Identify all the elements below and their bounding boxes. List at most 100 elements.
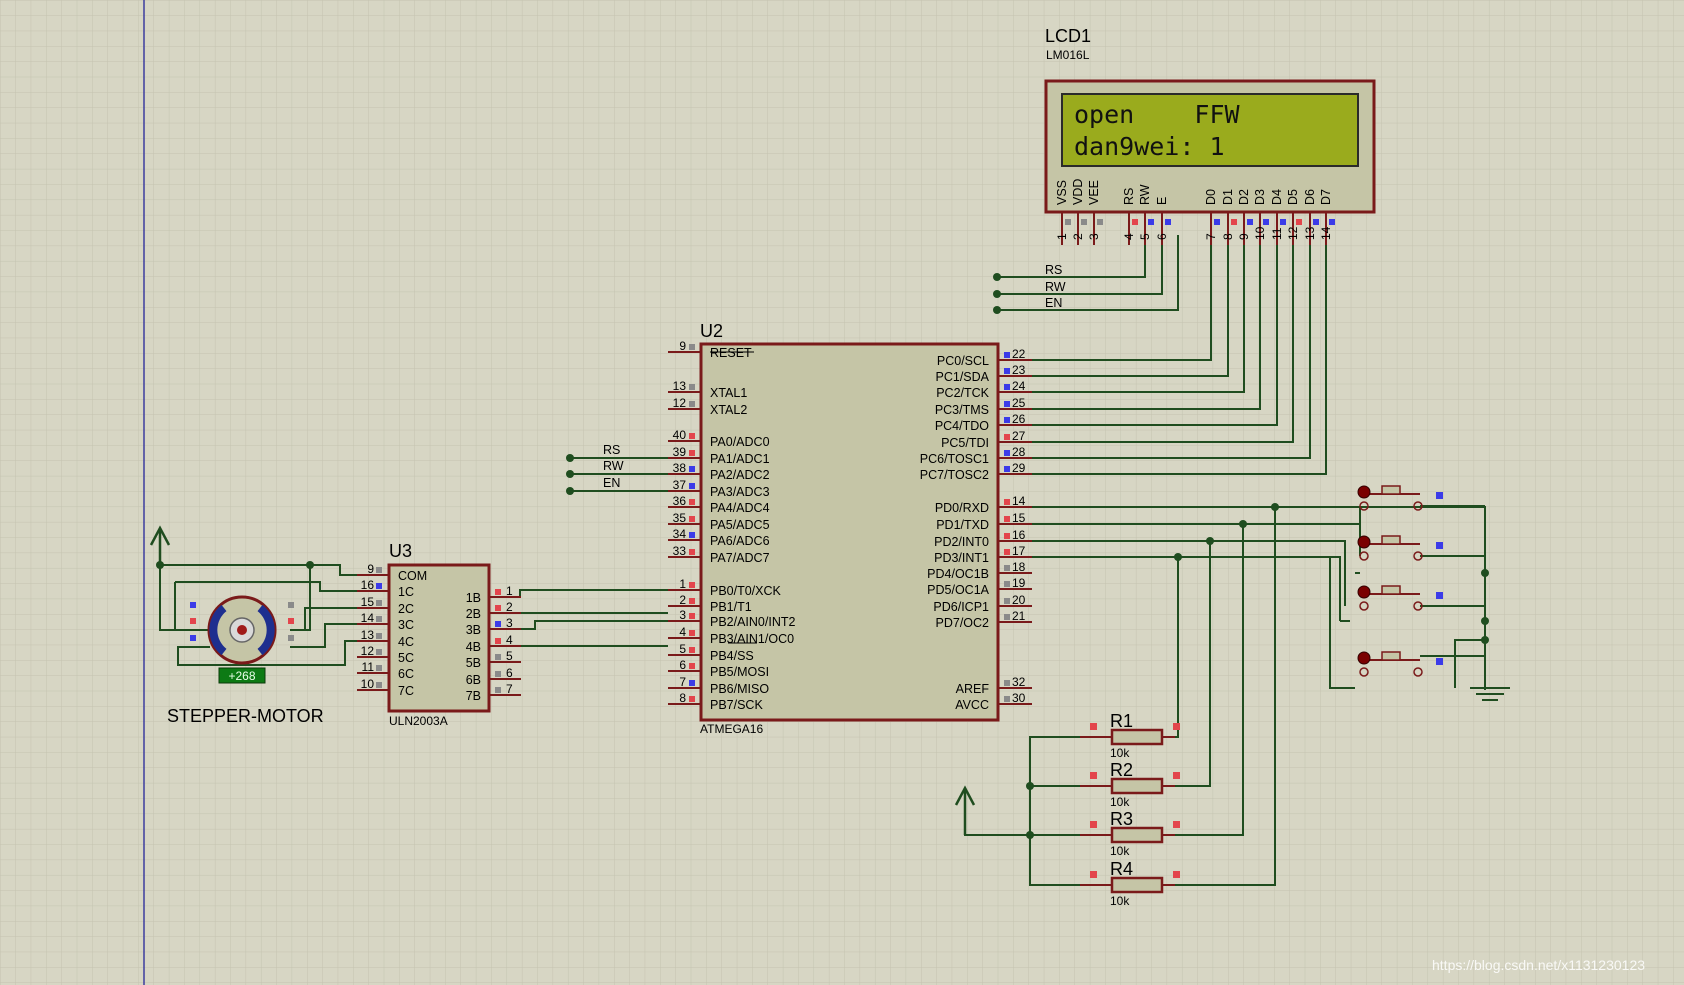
- mcu-pin-marker: [1004, 680, 1010, 686]
- mcu-atmega16[interactable]: U2 ATMEGA16 9 RESET13 XTAL112 XTAL240 PA0/AD…: [668, 321, 1032, 736]
- mcu-pin-number: 16: [1012, 528, 1026, 542]
- lcd-pin-marker: [1065, 219, 1071, 225]
- mcu-ref-label: U2: [700, 321, 723, 341]
- driver-pin-marker: [495, 621, 501, 627]
- motor-shaft: [237, 625, 247, 635]
- lcd-pin-number: 12: [1286, 226, 1300, 240]
- mcu-pin-name: PC6/TOSC1: [920, 452, 989, 466]
- driver-pin-name: 5C: [398, 651, 414, 665]
- mcu-pin-name: PD1/TXD: [936, 518, 989, 532]
- mcu-pin-number: 3: [679, 608, 686, 622]
- mcu-pin-marker: [689, 680, 695, 686]
- driver-pin-name: 4C: [398, 635, 414, 649]
- net-label-rs-mcu: RS: [603, 443, 620, 457]
- mcu-pin-marker: [1004, 598, 1010, 604]
- driver-pin-number: 2: [506, 600, 513, 614]
- mcu-pin-marker: [689, 516, 695, 522]
- lcd-pin-marker: [1296, 219, 1302, 225]
- mcu-pin-number: 19: [1012, 576, 1026, 590]
- driver-pin-number: 5: [506, 649, 513, 663]
- mcu-pin-name: PB7/SCK: [710, 698, 763, 712]
- driver-pin-number: 9: [367, 562, 374, 576]
- mcu-pin-name: PC0/SCL: [937, 354, 989, 368]
- mcu-pin-marker: [1004, 450, 1010, 456]
- mcu-pin-marker: [1004, 434, 1010, 440]
- button-pin-marker: [1436, 492, 1443, 499]
- lcd-pin-name-rw: RW: [1138, 184, 1152, 205]
- lcd-pin-name-d2: D2: [1237, 189, 1251, 205]
- lcd-pin-name-d7: D7: [1319, 189, 1333, 205]
- mcu-pin-name: PC3/TMS: [935, 403, 989, 417]
- mcu-pin-number: 1: [679, 577, 686, 591]
- mcu-pin-marker: [1004, 516, 1010, 522]
- mcu-pin-marker: [689, 582, 695, 588]
- mcu-pin-name: AREF: [956, 682, 990, 696]
- driver-pin-number: 10: [361, 677, 375, 691]
- driver-pin-number: 14: [361, 611, 375, 625]
- driver-pin-marker: [495, 654, 501, 660]
- resistor-pin-marker: [1173, 723, 1180, 730]
- lcd-pin-number: 6: [1155, 233, 1169, 240]
- button-indicator-icon: [1357, 485, 1371, 499]
- driver-pin-marker: [376, 567, 382, 573]
- driver-pin-name: 3B: [466, 623, 481, 637]
- mcu-pin-name: PD0/RXD: [935, 501, 989, 515]
- mcu-pin-marker: [689, 499, 695, 505]
- driver-pin-marker: [495, 589, 501, 595]
- driver-pin-name: 1C: [398, 585, 414, 599]
- driver-pin-number: 7: [506, 682, 513, 696]
- driver-pin-marker: [376, 633, 382, 639]
- mcu-pin-name: PB5/MOSI: [710, 665, 769, 679]
- mcu-pin-number: 9: [679, 339, 686, 353]
- lcd-pin-marker: [1231, 219, 1237, 225]
- lcd-pin-number: 3: [1087, 233, 1101, 240]
- lcd-pin-name-e: E: [1155, 197, 1169, 205]
- mcu-pin-number: 24: [1012, 379, 1026, 393]
- mcu-pin-number: 21: [1012, 609, 1026, 623]
- mcu-pin-number: 40: [673, 428, 687, 442]
- mcu-pin-marker: [689, 466, 695, 472]
- mcu-pin-marker: [689, 483, 695, 489]
- mcu-pin-name: PA2/ADC2: [710, 468, 770, 482]
- net-label-en-mcu: EN: [603, 476, 620, 490]
- mcu-pin-number: 17: [1012, 544, 1026, 558]
- driver-pin-number: 3: [506, 616, 513, 630]
- mcu-pin-name: PC2/TCK: [936, 386, 989, 400]
- mcu-pin-number: 4: [679, 625, 686, 639]
- driver-pin-marker: [376, 665, 382, 671]
- driver-pin-number: 15: [361, 595, 375, 609]
- button-pin-marker: [1436, 542, 1443, 549]
- mcu-pin-number: 2: [679, 593, 686, 607]
- mcu-pin-number: 28: [1012, 445, 1026, 459]
- driver-pin-name: 5B: [466, 656, 481, 670]
- mcu-pin-number: 23: [1012, 363, 1026, 377]
- mcu-pin-number: 22: [1012, 347, 1026, 361]
- lcd-pin-name-vee: VEE: [1087, 180, 1101, 205]
- mcu-pin-number: 7: [679, 675, 686, 689]
- mcu-pin-name: PC4/TDO: [935, 419, 989, 433]
- lcd-pin-number: 11: [1270, 227, 1284, 240]
- mcu-pin-name: PC7/TOSC2: [920, 468, 989, 482]
- mcu-pin-name: PD6/ICP1: [933, 600, 989, 614]
- mcu-pin-marker: [689, 549, 695, 555]
- watermark: https://blog.csdn.net/x1131230123: [1432, 957, 1645, 973]
- lcd-pin-number: 5: [1138, 233, 1152, 240]
- resistor-value-label: 10k: [1110, 894, 1130, 908]
- mcu-pin-name: XTAL1: [710, 386, 747, 400]
- mcu-pin-marker: [689, 433, 695, 439]
- mcu-pin-number: 34: [673, 527, 687, 541]
- lcd-pin-number: 2: [1071, 233, 1085, 240]
- button-pin-marker: [1436, 658, 1443, 665]
- lcd-pin-marker: [1097, 219, 1103, 225]
- mcu-pin-number: 13: [673, 379, 687, 393]
- mcu-pin-name: PA0/ADC0: [710, 435, 770, 449]
- lcd-pin-marker: [1329, 219, 1335, 225]
- driver-pin-number: 4: [506, 633, 513, 647]
- mcu-pin-marker: [689, 384, 695, 390]
- mcu-pin-marker: [1004, 533, 1010, 539]
- mcu-body: [699, 342, 1000, 722]
- lcd-pin-name-d5: D5: [1286, 189, 1300, 205]
- driver-pin-marker: [376, 649, 382, 655]
- mcu-pin-marker: [1004, 565, 1010, 571]
- mcu-pin-name: PD2/INT0: [934, 535, 989, 549]
